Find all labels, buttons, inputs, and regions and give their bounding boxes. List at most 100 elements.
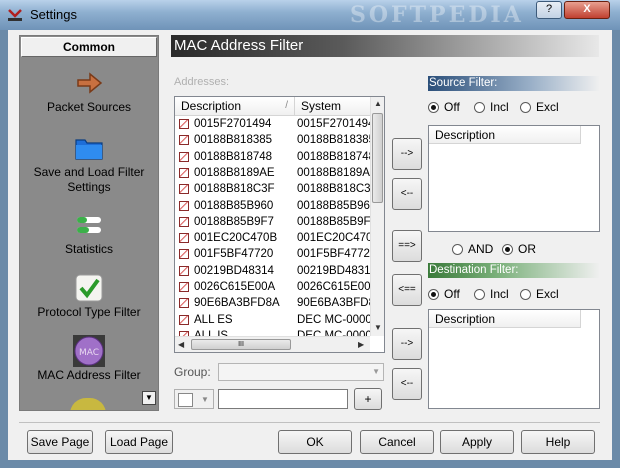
row-checkbox[interactable] [179,119,189,129]
vertical-scrollbar[interactable]: ▲ ▼ [370,97,384,336]
table-row[interactable]: 00188B818C3F 00188B818C3F [175,181,370,197]
next-item-icon [70,398,106,410]
dest-incl-radio[interactable] [474,289,485,300]
window-title: Settings [30,7,77,22]
apply-button[interactable]: Apply [440,430,514,454]
radio-label: Off [444,100,460,114]
destination-filter-list[interactable]: Description [428,309,600,409]
row-description: 00219BD48314 [194,264,274,277]
copy-to-dest-button[interactable]: ==> [392,230,422,262]
vertical-scroll-thumb[interactable] [372,113,383,203]
radio-label: Incl [490,287,509,301]
scroll-down-icon[interactable]: ▼ [374,323,382,332]
nav-item-label: Packet Sources [46,100,132,114]
close-button[interactable]: X [564,1,610,19]
remove-from-dest-button[interactable]: <-- [392,368,422,400]
add-button[interactable]: + [354,388,382,410]
or-radio[interactable] [502,244,513,255]
help-title-button[interactable]: ? [536,1,562,19]
scroll-right-icon[interactable]: ▶ [358,340,364,349]
row-system: 00188B85B9F7 [297,215,370,228]
group-select[interactable]: ▼ [218,363,384,381]
scroll-left-icon[interactable]: ◀ [178,340,184,349]
address-input[interactable] [218,389,348,409]
divider [19,422,600,423]
row-checkbox[interactable] [179,265,189,276]
row-description: 00188B8189AE [194,166,275,179]
row-checkbox[interactable] [179,298,189,309]
row-checkbox[interactable] [179,314,189,325]
row-checkbox[interactable] [179,200,189,211]
table-row[interactable]: 0015F2701494 0015F2701494 [175,116,370,132]
ok-button[interactable]: OK [278,430,352,454]
row-checkbox[interactable] [179,233,189,244]
watermark: SOFTPEDIA [350,2,524,28]
add-to-source-button[interactable]: --> [392,138,422,170]
save-page-button[interactable]: Save Page [27,430,93,454]
nav-item-protocol-type-filter[interactable]: Protocol Type Filter [20,271,158,320]
nav-scroll-down-button[interactable]: ▼ [142,391,156,405]
dest-off-radio[interactable] [428,289,439,300]
table-row[interactable]: 00188B85B960 00188B85B960 [175,198,370,214]
column-header-description[interactable]: Description / [175,97,295,115]
source-off-radio[interactable] [428,102,439,113]
remove-from-source-button[interactable]: <-- [392,178,422,210]
row-checkbox[interactable] [179,151,189,162]
nav-item-mac-address-filter[interactable]: MAC MAC Address Filter [20,334,158,383]
scroll-up-icon[interactable]: ▲ [374,99,382,108]
load-page-button[interactable]: Load Page [105,430,173,454]
table-row[interactable]: 00188B85B9F7 00188B85B9F7 [175,214,370,230]
table-row[interactable]: 00188B8189AE 00188B8189AE [175,165,370,181]
nav-header-common[interactable]: Common [21,37,157,57]
radio-label: AND [468,242,494,256]
toggle-icon [77,217,101,233]
nav-item-label: Protocol Type Filter [37,305,141,319]
svg-text:MAC: MAC [79,348,99,358]
row-checkbox[interactable] [179,167,189,178]
nav-item-save-load[interactable]: Save and Load Filter Settings [20,131,158,195]
row-checkbox[interactable] [179,216,189,227]
table-row[interactable]: 00188B818748 00188B818748 [175,149,370,165]
table-row[interactable]: ALL ES DEC MC-0000 [175,312,370,328]
row-checkbox[interactable] [179,249,189,260]
mac-icon: MAC [73,335,105,367]
row-checkbox[interactable] [179,282,189,292]
row-system: 00188B818748 [297,150,370,163]
address-list[interactable]: Description / System 0015F2701494 0015F27… [174,96,385,353]
row-system: 00188B85B960 [297,199,370,212]
table-row[interactable]: 001EC20C470B 001EC20C470B [175,230,370,246]
nav-item-packet-sources[interactable]: Packet Sources [20,66,158,115]
nav-item-statistics[interactable]: Statistics [20,208,158,257]
arrow-icon [77,72,103,94]
source-filter-header: Source Filter: [428,76,600,91]
table-row[interactable]: 00219BD48314 00219BD48314 [175,263,370,279]
help-button[interactable]: Help [521,430,595,454]
row-checkbox[interactable] [179,184,189,195]
column-header-description[interactable]: Description [429,126,581,144]
color-picker[interactable]: ▼ [174,389,214,409]
horizontal-scrollbar[interactable]: ◀ III ▶ [175,336,370,352]
row-description: 0015F2701494 [194,118,272,130]
source-filter-list[interactable]: Description [428,125,600,232]
table-row[interactable]: 0026C615E00A 0026C615E00A [175,279,370,295]
destination-filter-header: Destination Filter: [428,263,600,278]
panel-title: MAC Address Filter [171,35,599,57]
source-excl-radio[interactable] [520,102,531,113]
horizontal-scroll-thumb[interactable]: III [191,339,291,350]
row-checkbox[interactable] [179,135,189,146]
column-label: Description [181,99,242,113]
nav-item-label: Save and Load Filter Settings [33,165,145,194]
column-header-description[interactable]: Description [429,310,581,328]
add-to-dest-button[interactable]: --> [392,328,422,360]
row-system: 0026C615E00A [297,281,370,293]
source-incl-radio[interactable] [474,102,485,113]
cancel-button[interactable]: Cancel [360,430,434,454]
copy-to-source-button[interactable]: <== [392,274,422,306]
table-row[interactable]: 00188B818385 00188B818385 [175,132,370,148]
and-radio[interactable] [452,244,463,255]
table-row[interactable]: 90E6BA3BFD8A 90E6BA3BFD8A [175,295,370,311]
column-header-system[interactable]: System [295,97,375,115]
table-row[interactable]: 001F5BF47720 001F5BF47720 [175,246,370,262]
row-system: 90E6BA3BFD8A [297,297,370,310]
dest-excl-radio[interactable] [520,289,531,300]
